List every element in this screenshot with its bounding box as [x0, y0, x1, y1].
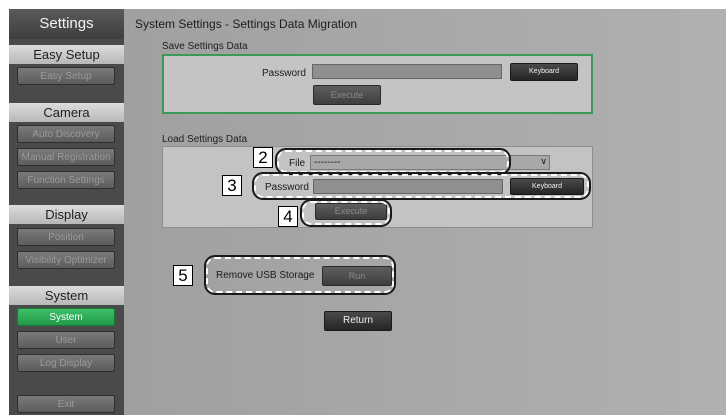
load-section-label: Load Settings Data [162, 134, 248, 145]
section-header-display: Display [9, 205, 124, 224]
sidebar-item-visibility-optimizer[interactable]: Visibility Optimizer [17, 251, 115, 269]
save-section-label: Save Settings Data [162, 41, 248, 52]
screen: Settings Easy Setup Easy Setup Camera Au… [9, 9, 726, 415]
sidebar-item-log-display[interactable]: Log Display [17, 354, 115, 372]
save-execute-button[interactable]: Execute [313, 85, 381, 105]
chevron-down-icon: ∨ [540, 156, 547, 166]
callout-frame-3 [252, 172, 591, 200]
callout-number-4: 4 [278, 206, 298, 227]
sidebar-item-auto-discovery[interactable]: Auto Discovery [17, 125, 115, 143]
callout-frame-5 [204, 255, 396, 295]
save-password-field[interactable] [312, 64, 502, 79]
callout-frame-4 [300, 199, 392, 227]
callout-number-2: 2 [253, 147, 273, 168]
save-settings-panel: Password Keyboard Execute [162, 54, 593, 114]
sidebar-title: Settings [9, 9, 124, 39]
callout-number-5: 5 [173, 265, 193, 286]
save-keyboard-button[interactable]: Keyboard [510, 63, 578, 81]
section-header-system: System [9, 286, 124, 305]
sidebar-item-function-settings[interactable]: Function Settings [17, 171, 115, 189]
sidebar-item-system[interactable]: System [17, 308, 115, 326]
callout-number-3: 3 [222, 175, 242, 196]
section-header-camera: Camera [9, 103, 124, 122]
callout-frame-2 [275, 148, 511, 175]
section-header-easy-setup: Easy Setup [9, 45, 124, 64]
sidebar: Settings Easy Setup Easy Setup Camera Au… [9, 9, 124, 415]
return-button[interactable]: Return [324, 311, 392, 331]
exit-button[interactable]: Exit [17, 395, 115, 413]
sidebar-item-user[interactable]: User [17, 331, 115, 349]
sidebar-item-manual-registration[interactable]: Manual Registration [17, 148, 115, 166]
sidebar-item-easy-setup[interactable]: Easy Setup [17, 67, 115, 85]
save-password-label: Password [262, 68, 306, 79]
main-content: System Settings - Settings Data Migratio… [124, 9, 726, 415]
page-title: System Settings - Settings Data Migratio… [135, 17, 358, 31]
sidebar-item-position[interactable]: Position [17, 228, 115, 246]
